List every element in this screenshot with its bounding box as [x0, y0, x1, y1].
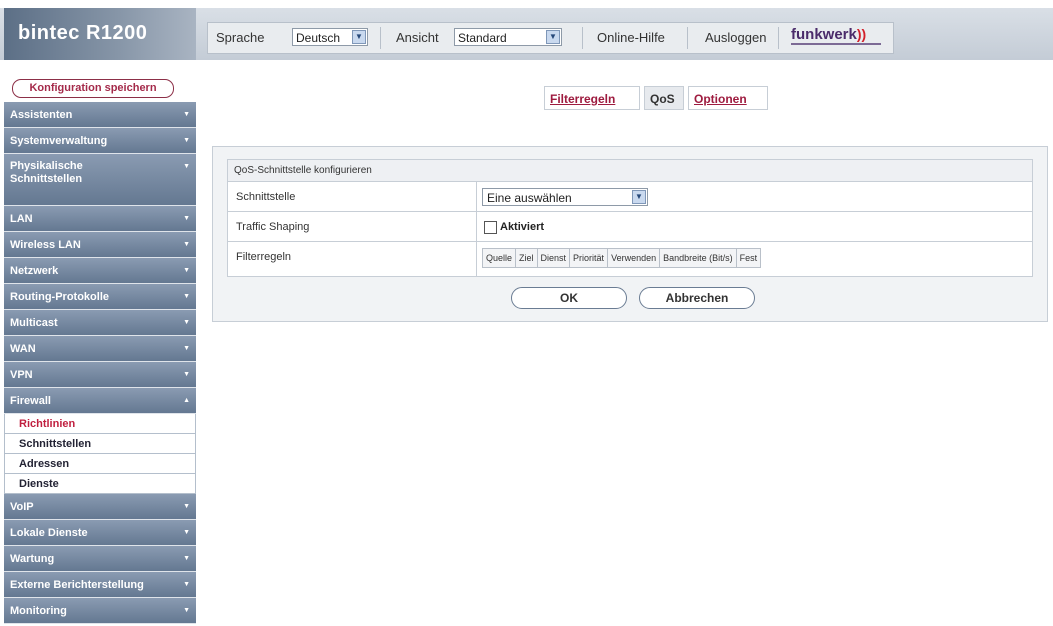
chevron-down-icon: ▼	[183, 345, 190, 352]
view-label: Ansicht	[396, 30, 439, 45]
save-configuration-button[interactable]: Konfiguration speichern	[12, 79, 174, 98]
language-select-value: Deutsch	[296, 31, 341, 45]
column-header-prioritaet: Priorität	[570, 249, 609, 267]
sidebar-item-monitoring[interactable]: Monitoring ▼	[4, 598, 196, 624]
traffic-shaping-label: Traffic Shaping	[236, 221, 310, 233]
sidebar-item-wartung[interactable]: Wartung ▼	[4, 546, 196, 572]
brand-logo: funkwerk))	[791, 26, 866, 43]
sidebar-subitem-adressen[interactable]: Adressen	[4, 454, 196, 474]
qos-panel: QoS-Schnittstelle konfigurieren Schnitts…	[212, 146, 1048, 322]
sidebar-item-externe-berichterstellung[interactable]: Externe Berichterstellung ▼	[4, 572, 196, 598]
sidebar-subitem-richtlinien[interactable]: Richtlinien	[4, 414, 196, 434]
column-header-fest: Fest	[739, 253, 758, 263]
column-header-verwenden: Verwenden	[608, 249, 661, 267]
language-label: Sprache	[216, 30, 265, 45]
column-header-bandbreite: Bandbreite (Bit/s)	[660, 249, 737, 267]
filter-rules-table-header: Quelle Ziel Dienst Priorität Verwenden B…	[482, 248, 762, 268]
sidebar-item-systemverwaltung[interactable]: Systemverwaltung ▼	[4, 128, 196, 154]
chevron-down-icon: ▼	[183, 319, 190, 326]
product-name: bintec R1200	[18, 22, 148, 44]
sidebar-subitem-schnittstellen[interactable]: Schnittstellen	[4, 434, 196, 454]
interface-select-value: Eine auswählen	[487, 191, 572, 205]
chevron-down-icon: ▼	[352, 30, 366, 44]
sidebar-item-wan[interactable]: WAN ▼	[4, 336, 196, 362]
section-title: QoS-Schnittstelle konfigurieren	[228, 160, 1032, 182]
column-header-ziel: Ziel	[516, 249, 538, 267]
sidebar-item-lokale-dienste[interactable]: Lokale Dienste ▼	[4, 520, 196, 546]
tab-filterregeln[interactable]: Filterregeln	[544, 86, 640, 110]
tab-optionen[interactable]: Optionen	[688, 86, 768, 110]
interface-select[interactable]: Eine auswählen ▼	[482, 188, 648, 206]
sidebar-item-vpn[interactable]: VPN ▼	[4, 362, 196, 388]
sidebar-item-lan[interactable]: LAN ▼	[4, 206, 196, 232]
chevron-down-icon: ▼	[183, 241, 190, 248]
chevron-down-icon: ▼	[183, 215, 190, 222]
chevron-down-icon: ▼	[183, 555, 190, 562]
chevron-down-icon: ▼	[183, 267, 190, 274]
chevron-down-icon: ▼	[183, 529, 190, 536]
ok-button[interactable]: OK	[511, 287, 627, 309]
cancel-button[interactable]: Abbrechen	[639, 287, 755, 309]
qos-form: QoS-Schnittstelle konfigurieren Schnitts…	[227, 159, 1033, 277]
row-interface: Schnittstelle Eine auswählen ▼	[228, 182, 1032, 212]
view-select[interactable]: Standard ▼	[454, 28, 562, 46]
product-logo: bintec R1200	[4, 8, 196, 60]
top-toolbar: Sprache Deutsch ▼ Ansicht Standard ▼ Onl…	[207, 22, 894, 54]
column-header-quelle: Quelle	[483, 249, 517, 267]
chevron-down-icon: ▼	[183, 581, 190, 588]
sidebar-item-netzwerk[interactable]: Netzwerk ▼	[4, 258, 196, 284]
online-help-link[interactable]: Online-Hilfe	[597, 23, 665, 53]
traffic-shaping-checkbox[interactable]	[484, 221, 497, 234]
logout-link[interactable]: Ausloggen	[705, 23, 766, 53]
brand-underline	[791, 43, 881, 45]
language-select[interactable]: Deutsch ▼	[292, 28, 368, 46]
row-traffic-shaping: Traffic Shaping Aktiviert	[228, 212, 1032, 242]
brand-name: funkwerk	[791, 26, 857, 43]
chevron-down-icon: ▼	[632, 190, 646, 204]
sidebar-subitem-dienste[interactable]: Dienste	[4, 474, 196, 494]
sidebar-item-wireless-lan[interactable]: Wireless LAN ▼	[4, 232, 196, 258]
sidebar-nav: Assistenten ▼ Systemverwaltung ▼ Physikali…	[4, 102, 196, 624]
column-header-dienst: Dienst	[538, 249, 571, 267]
chevron-up-icon: ▲	[183, 397, 190, 404]
chevron-down-icon: ▼	[546, 30, 560, 44]
chevron-down-icon: ▼	[183, 371, 190, 378]
filter-rules-label: Filterregeln	[236, 251, 292, 263]
interface-label: Schnittstelle	[236, 191, 296, 203]
sidebar-item-multicast[interactable]: Multicast ▼	[4, 310, 196, 336]
view-select-value: Standard	[458, 31, 507, 45]
chevron-down-icon: ▼	[183, 293, 190, 300]
sidebar-item-assistenten[interactable]: Assistenten ▼	[4, 102, 196, 128]
chevron-down-icon: ▼	[183, 503, 190, 510]
sidebar-item-routing-protokolle[interactable]: Routing-Protokolle ▼	[4, 284, 196, 310]
chevron-down-icon: ▼	[183, 137, 190, 144]
row-filter-rules: Filterregeln Quelle Ziel Dienst Prioritä…	[228, 242, 1032, 276]
sidebar-item-voip[interactable]: VoIP ▼	[4, 494, 196, 520]
chevron-down-icon: ▼	[183, 111, 190, 118]
form-buttons: OK Abbrechen	[213, 283, 1047, 313]
tab-qos[interactable]: QoS	[644, 86, 684, 110]
traffic-shaping-checkbox-label: Aktiviert	[500, 221, 545, 233]
header: bintec R1200 Sprache Deutsch ▼ Ansicht S…	[0, 0, 1053, 65]
sidebar-item-firewall[interactable]: Firewall ▲	[4, 388, 196, 414]
signal-waves-icon: ))	[856, 26, 867, 42]
sidebar-item-physikalische-schnittstellen[interactable]: Physikalische Schnittstellen ▼	[4, 154, 196, 206]
chevron-down-icon: ▼	[183, 163, 190, 170]
chevron-down-icon: ▼	[183, 607, 190, 614]
